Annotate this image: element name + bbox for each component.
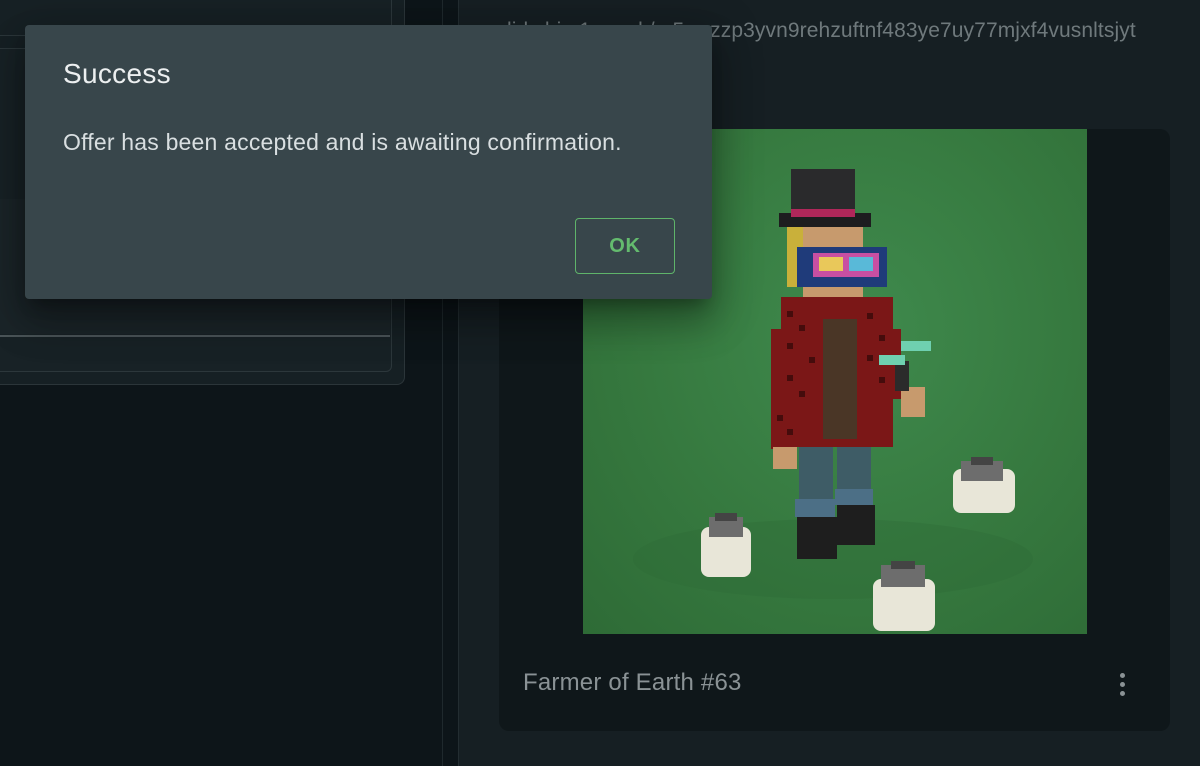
more-vertical-icon-dot (1119, 690, 1125, 696)
nft-title: Farmer of Earth #63 (523, 669, 742, 696)
more-vertical-icon-dot (1119, 681, 1125, 687)
app-window: did:chia:1...ersk/...5cwzzp3yvn9rehzuftn… (0, 0, 1200, 766)
dialog-message: Offer has been accepted and is awaiting … (63, 129, 622, 155)
left-panel-field-underline (0, 335, 390, 337)
more-options-button[interactable] (1109, 667, 1135, 701)
more-vertical-icon (1119, 672, 1125, 678)
success-dialog: Success Offer has been accepted and is a… (25, 25, 712, 299)
ok-button[interactable]: OK (575, 218, 675, 274)
dialog-title: Success (63, 58, 171, 89)
